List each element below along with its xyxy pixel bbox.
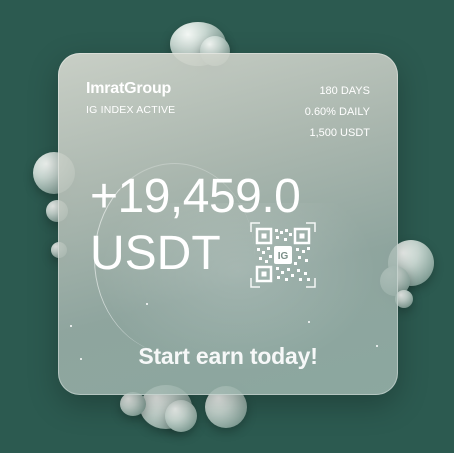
qr-logo-label: IG (278, 251, 289, 262)
sparkle-decoration (80, 358, 82, 360)
stat-daily-rate: 0.60% DAILY (304, 106, 370, 118)
stats-list: 180 DAYS 0.60% DAILY 1,500 USDT (305, 81, 370, 144)
stat-duration: 180 DAYS (319, 85, 370, 97)
index-status: IG INDEX ACTIVE (86, 104, 176, 116)
currency-label: USDT (90, 227, 221, 280)
stat-min-amount: 1,500 USDT (309, 127, 370, 139)
promo-card: ImratGroup IG INDEX ACTIVE 180 DAYS 0.60… (58, 53, 398, 395)
bubble-decoration (120, 392, 146, 416)
sparkle-decoration (376, 345, 378, 347)
qr-code[interactable]: IG (250, 222, 316, 288)
sparkle-decoration (308, 321, 310, 323)
cta-start-earn[interactable]: Start earn today! (58, 343, 398, 370)
bubble-decoration (165, 400, 197, 432)
brand-name: ImratGroup (86, 80, 172, 97)
sparkle-decoration (146, 303, 148, 305)
sparkle-decoration (70, 325, 72, 327)
earned-amount: +19,459.0 (90, 170, 301, 223)
